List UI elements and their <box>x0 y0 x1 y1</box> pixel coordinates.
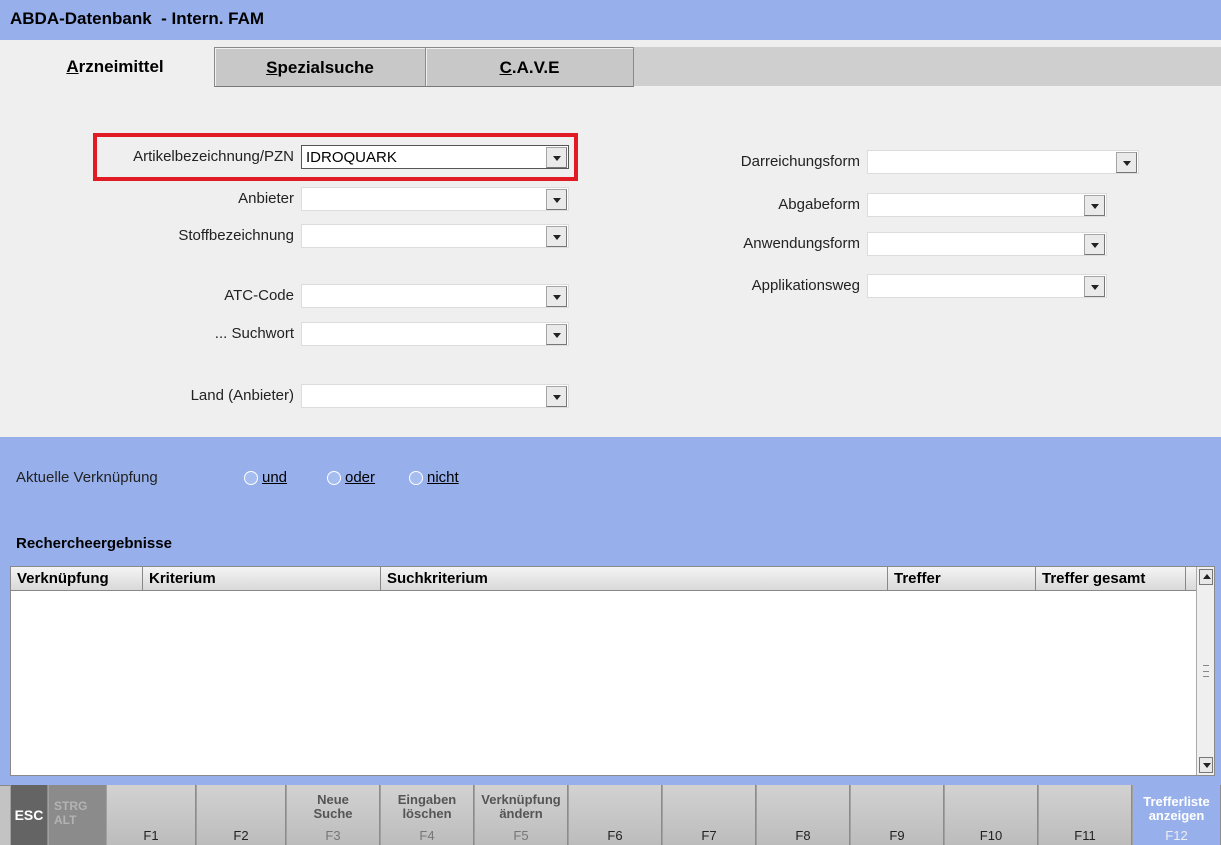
anbieter-input[interactable] <box>302 188 544 210</box>
f12-trefferliste-anzeigen-button[interactable]: Trefferliste anzeigen F12 <box>1132 785 1221 845</box>
col-header-treffer-gesamt[interactable]: Treffer gesamt <box>1036 567 1186 590</box>
stoff-combo[interactable] <box>301 224 569 248</box>
results-header: Verknüpfung Kriterium Suchkriterium Tref… <box>11 567 1196 591</box>
stoff-dropdown-button[interactable] <box>546 226 567 247</box>
f11-key-button[interactable]: F11 <box>1038 785 1132 845</box>
stoff-input[interactable] <box>302 225 544 247</box>
applikation-dropdown-button[interactable] <box>1084 276 1105 297</box>
strg-alt-key-button[interactable]: STRG ALT <box>48 785 106 845</box>
anwendung-combo[interactable] <box>867 232 1107 256</box>
applikation-combo[interactable] <box>867 274 1107 298</box>
radio-nicht[interactable]: nicht <box>409 469 459 486</box>
results-title: Rechercheergebnisse <box>16 535 172 552</box>
f1-key-button[interactable]: F1 <box>106 785 196 845</box>
land-label: Land (Anbieter) <box>190 387 294 404</box>
anbieter-dropdown-button[interactable] <box>546 189 567 210</box>
anbieter-combo[interactable] <box>301 187 569 211</box>
col-header-kriterium[interactable]: Kriterium <box>143 567 381 590</box>
results-scrollbar[interactable] <box>1196 567 1214 775</box>
atc-dropdown-button[interactable] <box>546 286 567 307</box>
scroll-down-icon[interactable] <box>1199 757 1213 773</box>
tab-cave[interactable]: C.A.V.E <box>425 47 634 87</box>
suchwort-dropdown-button[interactable] <box>546 324 567 345</box>
f5-verknuepfung-aendern-button[interactable]: Verknüpfung ändern F5 <box>474 785 568 845</box>
radio-oder[interactable]: oder <box>327 469 375 486</box>
radio-oder-circle[interactable] <box>327 470 341 485</box>
atc-combo[interactable] <box>301 284 569 308</box>
abgabe-dropdown-button[interactable] <box>1084 195 1105 216</box>
abgabe-label: Abgabeform <box>778 196 860 213</box>
anwendung-input[interactable] <box>868 233 1082 255</box>
f7-key-button[interactable]: F7 <box>662 785 756 845</box>
atc-label: ATC-Code <box>224 287 294 304</box>
f2-key-button[interactable]: F2 <box>196 785 286 845</box>
scroll-up-icon[interactable] <box>1199 569 1213 585</box>
tab-arzneimittel[interactable]: Arzneimittel <box>16 47 214 87</box>
stoff-label: Stoffbezeichnung <box>178 227 294 244</box>
land-combo[interactable] <box>301 384 569 408</box>
f6-key-button[interactable]: F6 <box>568 785 662 845</box>
darreichung-combo[interactable] <box>867 150 1139 174</box>
f10-key-button[interactable]: F10 <box>944 785 1038 845</box>
f3-neue-suche-button[interactable]: Neue Suche F3 <box>286 785 380 845</box>
f4-eingaben-loeschen-button[interactable]: Eingaben löschen F4 <box>380 785 474 845</box>
radio-nicht-circle[interactable] <box>409 470 423 485</box>
anbieter-label: Anbieter <box>238 190 294 207</box>
radio-und[interactable]: und <box>244 469 287 486</box>
darreichung-input[interactable] <box>868 151 1114 173</box>
anwendung-dropdown-button[interactable] <box>1084 234 1105 255</box>
darreichung-dropdown-button[interactable] <box>1116 152 1137 173</box>
land-dropdown-button[interactable] <box>546 386 567 407</box>
verknuepfung-label: Aktuelle Verknüpfung <box>16 469 158 486</box>
results-table[interactable]: Verknüpfung Kriterium Suchkriterium Tref… <box>10 566 1215 776</box>
tab-spezialsuche[interactable]: Spezialsuche <box>214 47 426 87</box>
darreichung-label: Darreichungsform <box>740 153 860 170</box>
suchwort-label: ... Suchwort <box>214 325 294 342</box>
f9-key-button[interactable]: F9 <box>850 785 944 845</box>
window-title: ABDA-Datenbank - Intern. FAM <box>10 9 265 28</box>
applikation-input[interactable] <box>868 275 1082 297</box>
col-header-verknuepfung[interactable]: Verknüpfung <box>11 567 143 590</box>
atc-input[interactable] <box>302 285 544 307</box>
abgabe-combo[interactable] <box>867 193 1107 217</box>
applikation-label: Applikationsweg <box>751 277 860 294</box>
abgabe-input[interactable] <box>868 194 1082 216</box>
esc-key-button[interactable]: ESC <box>10 785 48 845</box>
highlight-box <box>93 133 578 181</box>
radio-und-circle[interactable] <box>244 470 258 485</box>
title-bar: ABDA-Datenbank - Intern. FAM <box>0 0 1221 40</box>
col-header-treffer[interactable]: Treffer <box>888 567 1036 590</box>
suchwort-input[interactable] <box>302 323 544 345</box>
land-input[interactable] <box>302 385 544 407</box>
anwendung-label: Anwendungsform <box>743 235 860 252</box>
tab-bar-filler <box>633 47 1221 86</box>
suchwort-combo[interactable] <box>301 322 569 346</box>
scroll-grip-icon[interactable] <box>1203 665 1209 677</box>
f8-key-button[interactable]: F8 <box>756 785 850 845</box>
col-header-suchkriterium[interactable]: Suchkriterium <box>381 567 888 590</box>
